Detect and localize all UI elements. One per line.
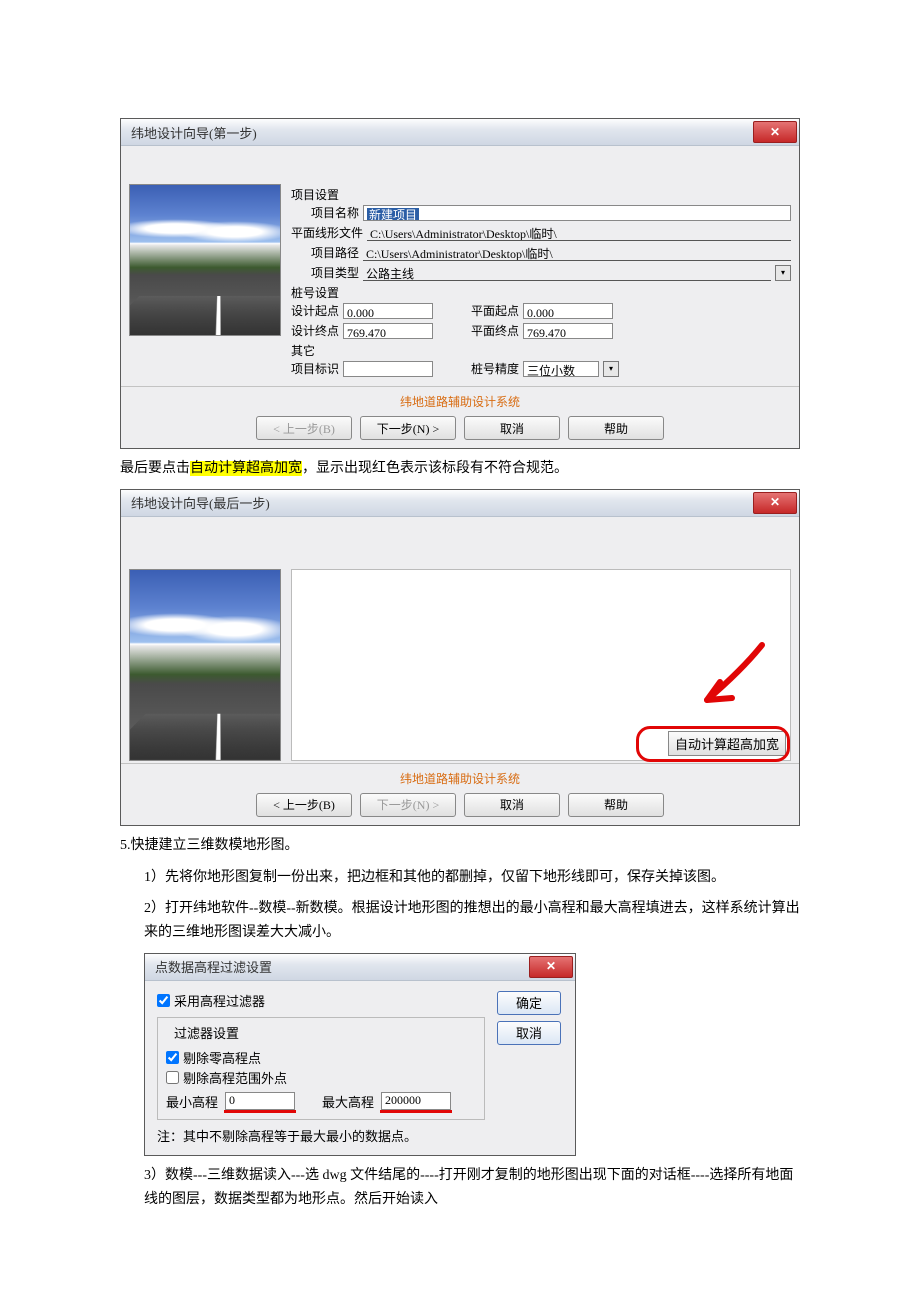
section5-p1: 1）先将你地形图复制一份出来，把边框和其他的都删掉，仅留下地形线即可，保存关掉该… — [120, 866, 800, 890]
section5-heading: 5.快捷建立三维数模地形图。 — [120, 834, 800, 858]
system-name: 纬地道路辅助设计系统 — [129, 770, 791, 787]
section-project: 项目设置 — [291, 186, 791, 204]
chevron-down-icon[interactable]: ▾ — [603, 361, 619, 377]
road-illustration — [129, 184, 281, 336]
titlebar: 点数据高程过滤设置 ✕ — [145, 954, 575, 981]
dialog-body: 自动计算超高加宽 — [121, 547, 799, 763]
label-stake-prec: 桩号精度 — [471, 360, 519, 378]
group-title: 过滤器设置 — [170, 1023, 243, 1042]
field-proj-id[interactable] — [343, 361, 433, 377]
dialog-title: 纬地设计向导(最后一步) — [125, 493, 270, 512]
section-other: 其它 — [291, 342, 791, 360]
label-plane-start: 平面起点 — [471, 302, 519, 320]
elevation-filter-dialog: 点数据高程过滤设置 ✕ 采用高程过滤器 过滤器设置 剔除零高程点 — [144, 953, 576, 1156]
wizard-step1-dialog: 纬地设计向导(第一步) ✕ 项目设置 项目名称 新建项目 平面线形文件 C:\U… — [120, 118, 800, 449]
wizard-last-step-dialog: 纬地设计向导(最后一步) ✕ 自动计算超高加宽 纬地道路辅助设计系统 < 上一步… — [120, 489, 800, 826]
label-proj-name: 项目名称 — [311, 204, 359, 222]
field-plane-end[interactable]: 769.470 — [523, 323, 613, 339]
next-button[interactable]: 下一步(N) > — [360, 793, 456, 817]
section-stake: 桩号设置 — [291, 284, 791, 302]
checkbox-icon[interactable] — [166, 1051, 179, 1064]
dialog-footer: 纬地道路辅助设计系统 < 上一步(B) 下一步(N) > 取消 帮助 — [121, 763, 799, 825]
label-proj-path: 项目路径 — [311, 244, 359, 262]
section5-p3: 3）数模---三维数据读入---选 dwg 文件结尾的----打开刚才复制的地形… — [120, 1164, 800, 1212]
filter-note: 注：其中不剔除高程等于最大最小的数据点。 — [157, 1126, 485, 1145]
label-plane-end: 平面终点 — [471, 322, 519, 340]
field-proj-name[interactable]: 新建项目 — [363, 205, 791, 221]
label-line-file: 平面线形文件 — [291, 224, 363, 242]
content-panel: 自动计算超高加宽 — [291, 569, 791, 761]
max-elev-label: 最大高程 — [322, 1092, 374, 1111]
field-line-file[interactable]: C:\Users\Administrator\Desktop\临时\ — [367, 225, 791, 241]
field-proj-type[interactable]: 公路主线 — [363, 265, 771, 281]
field-plane-start[interactable]: 0.000 — [523, 303, 613, 319]
back-button[interactable]: < 上一步(B) — [256, 416, 352, 440]
system-name: 纬地道路辅助设计系统 — [129, 393, 791, 410]
dialog-title: 点数据高程过滤设置 — [149, 957, 272, 976]
cancel-button[interactable]: 取消 — [464, 793, 560, 817]
label-proj-id: 项目标识 — [291, 360, 339, 378]
ok-button[interactable]: 确定 — [497, 991, 561, 1015]
filter-settings-group: 过滤器设置 剔除零高程点 剔除高程范围外点 最 — [157, 1017, 485, 1120]
field-design-start[interactable]: 0.000 — [343, 303, 433, 319]
auto-calc-button[interactable]: 自动计算超高加宽 — [668, 731, 786, 756]
label-design-end: 设计终点 — [291, 322, 339, 340]
chevron-down-icon[interactable]: ▾ — [775, 265, 791, 281]
label-proj-type: 项目类型 — [311, 264, 359, 282]
min-elev-input[interactable] — [225, 1092, 295, 1110]
section5-p2: 2）打开纬地软件--数模--新数模。根据设计地形图的推想出的最小高程和最大高程填… — [120, 897, 800, 945]
checkbox-icon[interactable] — [166, 1071, 179, 1084]
max-elev-input[interactable] — [381, 1092, 451, 1110]
use-filter-checkbox[interactable]: 采用高程过滤器 — [157, 991, 265, 1010]
dialog-body: 采用高程过滤器 过滤器设置 剔除零高程点 剔除高程范围外点 — [145, 981, 575, 1155]
close-icon[interactable]: ✕ — [753, 121, 797, 143]
annotation-arrow-icon — [652, 640, 772, 730]
field-design-end[interactable]: 769.470 — [343, 323, 433, 339]
cancel-button[interactable]: 取消 — [497, 1021, 561, 1045]
dialog-footer: 纬地道路辅助设计系统 < 上一步(B) 下一步(N) > 取消 帮助 — [121, 386, 799, 448]
cancel-button[interactable]: 取消 — [464, 416, 560, 440]
close-icon[interactable]: ✕ — [529, 956, 573, 978]
form-area: 项目设置 项目名称 新建项目 平面线形文件 C:\Users\Administr… — [291, 184, 791, 380]
help-button[interactable]: 帮助 — [568, 416, 664, 440]
close-icon[interactable]: ✕ — [753, 492, 797, 514]
next-button[interactable]: 下一步(N) > — [360, 416, 456, 440]
min-elev-label: 最小高程 — [166, 1092, 218, 1111]
field-proj-path[interactable]: C:\Users\Administrator\Desktop\临时\ — [363, 245, 791, 261]
dialog-title: 纬地设计向导(第一步) — [125, 123, 257, 142]
road-illustration — [129, 569, 281, 761]
field-stake-prec[interactable]: 三位小数 — [523, 361, 599, 377]
titlebar: 纬地设计向导(最后一步) ✕ — [121, 490, 799, 517]
label-design-start: 设计起点 — [291, 302, 339, 320]
checkbox-icon[interactable] — [157, 994, 170, 1007]
back-button[interactable]: < 上一步(B) — [256, 793, 352, 817]
titlebar: 纬地设计向导(第一步) ✕ — [121, 119, 799, 146]
remove-range-checkbox[interactable]: 剔除高程范围外点 — [166, 1068, 287, 1087]
dialog-body: 项目设置 项目名称 新建项目 平面线形文件 C:\Users\Administr… — [121, 176, 799, 386]
help-button[interactable]: 帮助 — [568, 793, 664, 817]
instruction-text-1: 最后要点击自动计算超高加宽，显示出现红色表示该标段有不符合规范。 — [120, 457, 800, 481]
remove-zero-checkbox[interactable]: 剔除零高程点 — [166, 1048, 261, 1067]
